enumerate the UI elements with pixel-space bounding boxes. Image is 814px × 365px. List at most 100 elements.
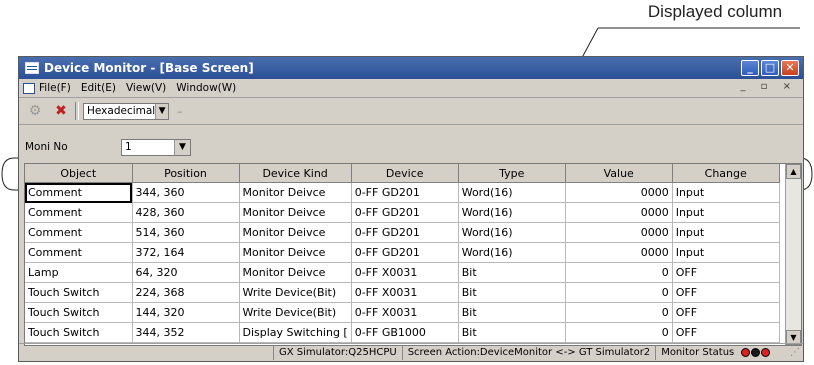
cell-change[interactable]: Input: [672, 202, 780, 223]
moni-no-row: Moni No 1 ▼: [19, 137, 191, 157]
cell-position[interactable]: 514, 360: [132, 222, 240, 243]
cell-change[interactable]: OFF: [672, 262, 780, 283]
moni-no-select[interactable]: 1 ▼: [121, 138, 191, 156]
chevron-down-icon[interactable]: ▼: [174, 139, 190, 155]
cell-type[interactable]: Bit: [458, 262, 566, 283]
cell-object[interactable]: Comment: [25, 242, 133, 263]
cell-value[interactable]: 0: [565, 302, 673, 323]
cell-device[interactable]: 0-FF X0031: [351, 262, 459, 283]
cell-position[interactable]: 344, 360: [132, 182, 240, 203]
cell-object[interactable]: Comment: [25, 202, 133, 223]
table-row[interactable]: Comment 428, 360 Monitor Deivce 0-FF GD201 W…: [25, 202, 780, 223]
cell-type[interactable]: Word(16): [458, 242, 566, 263]
cell-type[interactable]: Bit: [458, 302, 566, 323]
menu-window[interactable]: Window(W): [176, 82, 236, 94]
cell-change[interactable]: Input: [672, 242, 780, 263]
cell-position[interactable]: 224, 368: [132, 282, 240, 303]
cell-device[interactable]: 0-FF GB1000: [351, 322, 459, 343]
cell-value[interactable]: 0000: [565, 202, 673, 223]
cell-value[interactable]: 0: [565, 322, 673, 343]
device-monitor-app-icon: [25, 62, 39, 74]
window-title: Device Monitor - [Base Screen]: [44, 61, 254, 75]
close-button[interactable]: ✕: [781, 60, 799, 76]
column-header-device-kind[interactable]: Device Kind: [239, 164, 352, 183]
monitor-start-icon[interactable]: ⚙: [25, 102, 45, 120]
maximize-button[interactable]: □: [761, 60, 779, 76]
column-header-change[interactable]: Change: [672, 164, 780, 183]
cell-object[interactable]: Comment: [25, 182, 133, 203]
column-header-position[interactable]: Position: [132, 164, 240, 183]
cell-position[interactable]: 344, 352: [132, 322, 240, 343]
cell-device-kind[interactable]: Monitor Deivce: [239, 262, 352, 283]
cell-object[interactable]: Comment: [25, 222, 133, 243]
cell-device[interactable]: 0-FF GD201: [351, 182, 459, 203]
format-select[interactable]: Hexadecimal ▼: [83, 102, 169, 120]
cell-change[interactable]: OFF: [672, 322, 780, 343]
cell-device-kind[interactable]: Monitor Deivce: [239, 202, 352, 223]
cell-device-kind[interactable]: Write Device(Bit): [239, 302, 352, 323]
cell-type[interactable]: Word(16): [458, 182, 566, 203]
minimize-button[interactable]: _: [741, 60, 759, 76]
table-header-row: Object Position Device Kind Device Type …: [25, 164, 780, 183]
cell-value[interactable]: 0000: [565, 242, 673, 263]
column-header-value[interactable]: Value: [565, 164, 673, 183]
cell-device-kind[interactable]: Write Device(Bit): [239, 282, 352, 303]
scroll-up-arrow-icon[interactable]: ▲: [786, 164, 801, 179]
disabled-tool-icon: –: [177, 104, 183, 118]
column-header-type[interactable]: Type: [458, 164, 566, 183]
menu-file[interactable]: File(F): [39, 82, 71, 94]
cell-value[interactable]: 0: [565, 262, 673, 283]
displayed-column-callout: Displayed column: [647, 2, 783, 21]
monitor-status: Monitor Status: [655, 345, 775, 360]
cell-change[interactable]: OFF: [672, 282, 780, 303]
cell-value[interactable]: 0: [565, 282, 673, 303]
chevron-down-icon[interactable]: ▼: [155, 103, 168, 119]
cell-position[interactable]: 144, 320: [132, 302, 240, 323]
table-row[interactable]: Comment 344, 360 Monitor Deivce 0-FF GD201 W…: [25, 182, 780, 203]
cell-device[interactable]: 0-FF X0031: [351, 282, 459, 303]
column-header-object[interactable]: Object: [25, 164, 133, 183]
cell-change[interactable]: OFF: [672, 302, 780, 323]
cell-position[interactable]: 64, 320: [132, 262, 240, 283]
mdi-window-controls[interactable]: _ ▫ ×: [740, 81, 797, 92]
table-row[interactable]: Touch Switch 144, 320 Write Device(Bit) 0-F…: [25, 302, 780, 323]
monitor-stop-icon[interactable]: ✖: [51, 102, 71, 120]
cell-position[interactable]: 428, 360: [132, 202, 240, 223]
cell-device[interactable]: 0-FF X0031: [351, 302, 459, 323]
table-row[interactable]: Touch Switch 344, 352 Display Switching [0…: [25, 322, 780, 343]
cell-device-kind[interactable]: Monitor Deivce: [239, 222, 352, 243]
cell-device-kind[interactable]: Display Switching [: [239, 322, 352, 343]
vertical-scrollbar[interactable]: ▲ ▼: [785, 164, 801, 345]
menu-view[interactable]: View(V): [126, 82, 166, 94]
cell-device[interactable]: 0-FF GD201: [351, 242, 459, 263]
mdi-document-icon[interactable]: [23, 82, 35, 94]
monitor-status-label: Monitor Status: [661, 347, 735, 358]
cell-change[interactable]: Input: [672, 182, 780, 203]
menu-edit[interactable]: Edit(E): [81, 82, 116, 94]
cell-device-kind[interactable]: Monitor Deivce: [239, 182, 352, 203]
cell-value[interactable]: 0000: [565, 182, 673, 203]
cell-object[interactable]: Lamp: [25, 262, 133, 283]
cell-change[interactable]: Input: [672, 222, 780, 243]
cell-value[interactable]: 0000: [565, 222, 673, 243]
table-row[interactable]: Comment 514, 360 Monitor Deivce 0-FF GD201 W…: [25, 222, 780, 243]
cell-device[interactable]: 0-FF GD201: [351, 222, 459, 243]
cell-device[interactable]: 0-FF GD201: [351, 202, 459, 223]
cell-object[interactable]: Touch Switch: [25, 302, 133, 323]
cell-position[interactable]: 372, 164: [132, 242, 240, 263]
cell-object[interactable]: Touch Switch: [25, 322, 133, 343]
title-bar[interactable]: Device Monitor - [Base Screen] _ □ ✕: [19, 57, 803, 79]
column-header-device[interactable]: Device: [351, 164, 459, 183]
cell-type[interactable]: Word(16): [458, 202, 566, 223]
cell-device-kind[interactable]: Monitor Deivce: [239, 242, 352, 263]
cell-type[interactable]: Bit: [458, 282, 566, 303]
moni-no-label: Moni No: [25, 141, 68, 153]
format-select-value: Hexadecimal: [87, 105, 156, 117]
table-row[interactable]: Lamp 64, 320 Monitor Deivce 0-FF X0031 Bit 0 O…: [25, 262, 780, 283]
cell-type[interactable]: Bit: [458, 322, 566, 343]
cell-object[interactable]: Touch Switch: [25, 282, 133, 303]
resize-grip-icon[interactable]: ⋰: [790, 347, 800, 358]
table-row[interactable]: Touch Switch 224, 368 Write Device(Bit) 0-F…: [25, 282, 780, 303]
table-row[interactable]: Comment 372, 164 Monitor Deivce 0-FF GD201 W…: [25, 242, 780, 263]
cell-type[interactable]: Word(16): [458, 222, 566, 243]
